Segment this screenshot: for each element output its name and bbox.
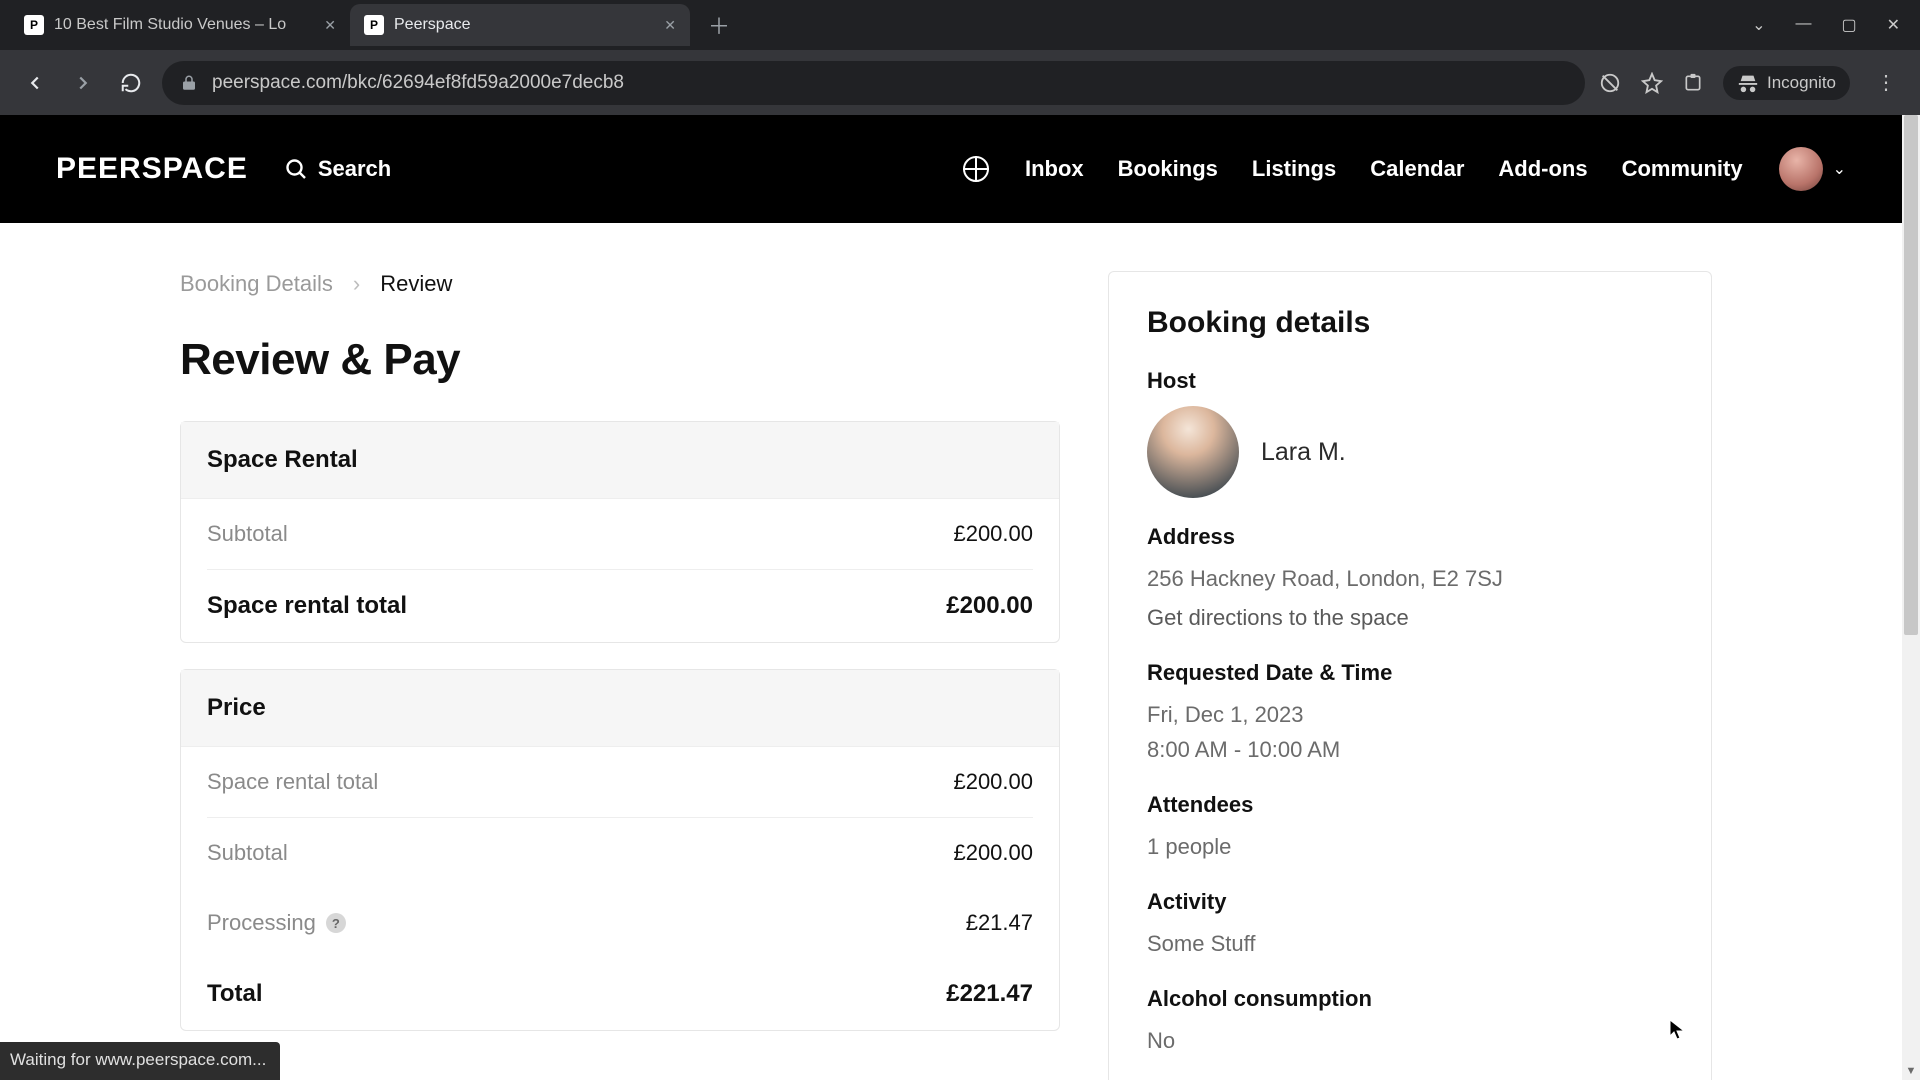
price-card: Price Space rental total £200.00 Subtota…	[180, 669, 1060, 1031]
tab-film-studio[interactable]: P 10 Best Film Studio Venues – Lo ✕	[10, 4, 350, 46]
url-text[interactable]: peerspace.com/bkc/62694ef8fd59a2000e7dec…	[212, 72, 1567, 94]
back-button[interactable]	[18, 66, 52, 100]
address-label: Address	[1147, 524, 1673, 550]
datetime-label: Requested Date & Time	[1147, 660, 1673, 686]
address-bar: peerspace.com/bkc/62694ef8fd59a2000e7dec…	[0, 50, 1920, 115]
table-row: Space rental total £200.00	[181, 570, 1059, 642]
host-row: Lara M.	[1147, 406, 1673, 498]
tab-title: Peerspace	[394, 16, 654, 34]
scrollbar-thumb[interactable]	[1904, 115, 1918, 635]
breadcrumb-parent[interactable]: Booking Details	[180, 271, 333, 297]
site-header: PEERSPACE Search Inbox Bookings Listings…	[0, 115, 1902, 223]
tab-strip: P 10 Best Film Studio Venues – Lo ✕ P Pe…	[0, 0, 1920, 50]
close-window-icon[interactable]: ✕	[1887, 15, 1900, 35]
incognito-label: Incognito	[1767, 73, 1836, 93]
date-value: Fri, Dec 1, 2023	[1147, 698, 1673, 731]
host-label: Host	[1147, 368, 1673, 394]
attendees-label: Attendees	[1147, 792, 1673, 818]
window-controls: ⌄ ― ▢ ✕	[1752, 15, 1920, 35]
nav-listings[interactable]: Listings	[1252, 156, 1336, 182]
close-icon[interactable]: ✕	[664, 17, 676, 34]
forward-button[interactable]	[66, 66, 100, 100]
directions-link[interactable]: Get directions to the space	[1147, 601, 1673, 634]
favicon-icon: P	[364, 15, 384, 35]
scrollbar[interactable]: ▲ ▼	[1902, 115, 1920, 1080]
address-value: 256 Hackney Road, London, E2 7SJ	[1147, 562, 1673, 595]
nav-bookings[interactable]: Bookings	[1118, 156, 1218, 182]
row-value: £200.00	[953, 840, 1033, 866]
row-value: £200.00	[953, 769, 1033, 795]
search-label: Search	[318, 156, 391, 182]
space-rental-card: Space Rental Subtotal £200.00 Space rent…	[180, 421, 1060, 643]
maximize-icon[interactable]: ▢	[1841, 15, 1856, 35]
nav-community[interactable]: Community	[1622, 156, 1743, 182]
alcohol-label: Alcohol consumption	[1147, 986, 1673, 1012]
tab-title: 10 Best Film Studio Venues – Lo	[54, 16, 314, 34]
search-icon	[284, 157, 308, 181]
attendees-value: 1 people	[1147, 830, 1673, 863]
scroll-down-icon[interactable]: ▼	[1902, 1062, 1920, 1080]
booking-details-card: Booking details Host Lara M. Address 256…	[1108, 271, 1712, 1080]
avatar	[1779, 147, 1823, 191]
nav-inbox[interactable]: Inbox	[1025, 156, 1084, 182]
tracking-icon[interactable]	[1599, 72, 1621, 94]
table-row: Processing ? £21.47	[181, 888, 1059, 958]
row-label: Processing ?	[207, 910, 346, 936]
row-label: Subtotal	[207, 521, 288, 547]
time-value: 8:00 AM - 10:00 AM	[1147, 733, 1673, 766]
tab-peerspace[interactable]: P Peerspace ✕	[350, 4, 690, 46]
reload-button[interactable]	[114, 66, 148, 100]
host-name: Lara M.	[1261, 438, 1346, 467]
search-button[interactable]: Search	[284, 156, 391, 182]
activity-label: Activity	[1147, 889, 1673, 915]
chevron-right-icon: ›	[353, 271, 360, 297]
minimize-icon[interactable]: ―	[1795, 15, 1811, 35]
card-header: Space Rental	[181, 422, 1059, 499]
extensions-icon[interactable]	[1683, 73, 1703, 93]
breadcrumb: Booking Details › Review	[180, 271, 1060, 297]
host-avatar[interactable]	[1147, 406, 1239, 498]
chevron-down-icon: ⌄	[1833, 159, 1846, 179]
row-value: £200.00	[953, 521, 1033, 547]
page-title: Review & Pay	[180, 335, 1060, 385]
help-icon[interactable]: ?	[326, 913, 346, 933]
breadcrumb-current: Review	[380, 271, 452, 297]
incognito-chip[interactable]: Incognito	[1723, 66, 1850, 100]
close-icon[interactable]: ✕	[324, 17, 336, 34]
row-value: £200.00	[946, 592, 1033, 620]
menu-icon[interactable]: ⋮	[1870, 70, 1902, 95]
alcohol-value: No	[1147, 1024, 1673, 1057]
booking-details-title: Booking details	[1147, 306, 1673, 340]
row-value: £21.47	[966, 910, 1033, 936]
table-row: Subtotal £200.00	[181, 818, 1059, 888]
card-header: Price	[181, 670, 1059, 747]
processing-label: Processing	[207, 910, 316, 936]
row-label: Space rental total	[207, 592, 407, 620]
bookmark-icon[interactable]	[1641, 72, 1663, 94]
row-label: Space rental total	[207, 769, 378, 795]
row-label: Subtotal	[207, 840, 288, 866]
lock-icon[interactable]	[180, 74, 198, 92]
nav-calendar[interactable]: Calendar	[1370, 156, 1464, 182]
table-row: Subtotal £200.00	[181, 499, 1059, 569]
table-row: Total £221.47	[181, 958, 1059, 1030]
site-nav: Inbox Bookings Listings Calendar Add-ons…	[1025, 156, 1743, 182]
table-row: Space rental total £200.00	[181, 747, 1059, 817]
url-box[interactable]: peerspace.com/bkc/62694ef8fd59a2000e7dec…	[162, 61, 1585, 105]
logo[interactable]: PEERSPACE	[56, 152, 248, 186]
activity-value: Some Stuff	[1147, 927, 1673, 960]
nav-addons[interactable]: Add-ons	[1498, 156, 1587, 182]
globe-icon[interactable]	[963, 156, 989, 182]
tabs-dropdown-icon[interactable]: ⌄	[1752, 15, 1765, 35]
account-menu[interactable]: ⌄	[1779, 147, 1846, 191]
status-bar: Waiting for www.peerspace.com...	[0, 1042, 280, 1080]
row-value: £221.47	[946, 980, 1033, 1008]
favicon-icon: P	[24, 15, 44, 35]
new-tab-button[interactable]: ＋	[690, 9, 748, 41]
row-label: Total	[207, 980, 263, 1008]
